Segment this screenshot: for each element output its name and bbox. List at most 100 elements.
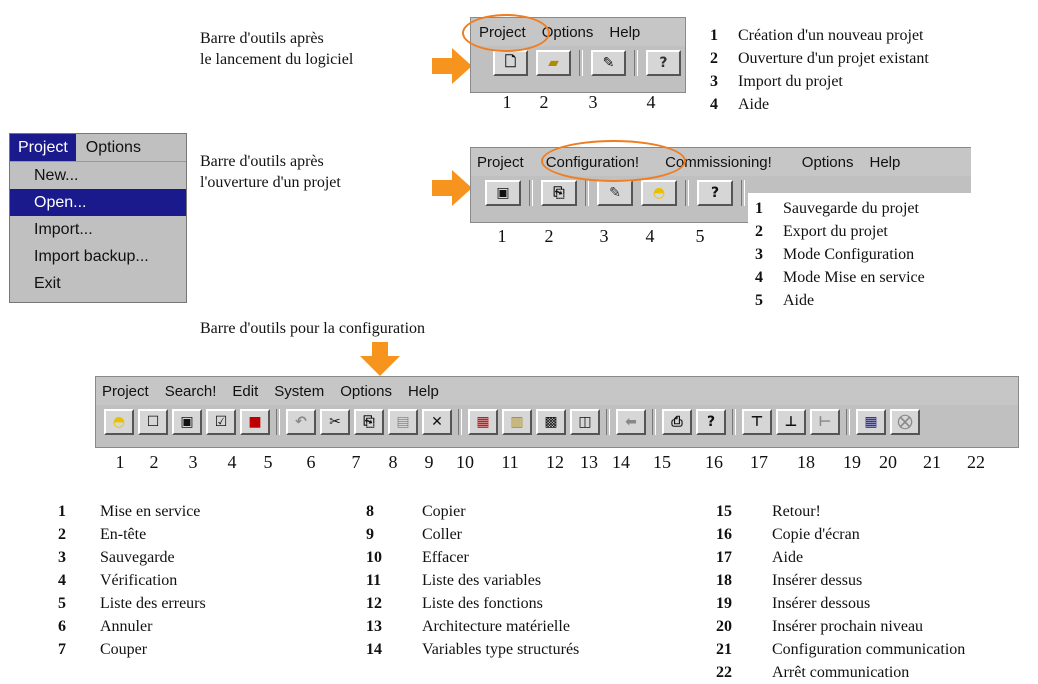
back-button[interactable]: ⬅: [616, 409, 646, 435]
legend-item: 10 Effacer: [366, 549, 469, 566]
number-label: 4: [645, 226, 655, 246]
number-label: 13: [580, 452, 598, 472]
stop-communication-icon: ⛒: [897, 414, 913, 430]
stop-communication-button[interactable]: ⛒: [890, 409, 920, 435]
insert-below-button[interactable]: ⊥: [776, 409, 806, 435]
number-label: 5: [263, 452, 273, 472]
undo-button[interactable]: ↶: [286, 409, 316, 435]
menu-item-import[interactable]: Import...: [10, 216, 186, 243]
insert-level-icon: ⊢: [818, 414, 832, 430]
highlight-oval: [541, 140, 686, 182]
menu-project[interactable]: Project: [471, 154, 532, 171]
paste-button[interactable]: ▤: [388, 409, 418, 435]
variable-list-button[interactable]: ▦: [468, 409, 498, 435]
legend-item: 21 Configuration communication: [716, 641, 966, 658]
number-label: 8: [388, 452, 398, 472]
number-label: 3: [588, 92, 598, 112]
menu-project[interactable]: Project: [96, 383, 157, 400]
menu-item-open[interactable]: Open...: [10, 189, 186, 216]
number-label: 15: [653, 452, 671, 472]
caption-line: le lancement du logiciel: [200, 51, 354, 68]
menu-edit[interactable]: Edit: [224, 383, 266, 400]
number-label: 6: [306, 452, 316, 472]
menu-project[interactable]: Project: [10, 134, 76, 161]
legend-item: 12 Liste des fonctions: [366, 595, 543, 612]
error-list-button[interactable]: ■: [240, 409, 270, 435]
legend-item: 8 Copier: [366, 503, 466, 520]
legend-item: 7 Couper: [58, 641, 148, 658]
menu-search[interactable]: Search!: [157, 383, 225, 400]
commissioning-mode-button[interactable]: ◓: [641, 180, 677, 206]
legend-item: 1 Création d'un nouveau projet: [710, 27, 924, 44]
structured-types-button[interactable]: ◫: [570, 409, 600, 435]
legend-item: 2 En-tête: [58, 526, 147, 543]
legend-item: 1 Sauvegarde du projet: [755, 200, 919, 217]
commissioning-button[interactable]: ◓: [104, 409, 134, 435]
number-label: 3: [188, 452, 198, 472]
number-label: 2: [149, 452, 159, 472]
help-icon: ?: [706, 414, 716, 430]
legend-item: 4 Mode Mise en service: [755, 269, 925, 286]
number-label: 5: [695, 226, 705, 246]
function-list-button[interactable]: ▥: [502, 409, 532, 435]
legend-item: 3 Sauvegarde: [58, 549, 175, 566]
menu-options[interactable]: Options: [332, 383, 400, 400]
toolbar-separator: [846, 409, 850, 435]
configuration-buttons: ◓ ☐ ▣ ☑ ■ ↶ ✂ ⎘ ▤ ✕ ▦ ▥ ▩ ◫ ⬅ ⎙ ? ⊤ ⊥ ⊢ …: [96, 405, 1018, 439]
hardware-architecture-button[interactable]: ▩: [536, 409, 566, 435]
insert-above-button[interactable]: ⊤: [742, 409, 772, 435]
menu-item-import-backup[interactable]: Import backup...: [10, 243, 186, 270]
configuration-mode-button[interactable]: ✎: [597, 180, 633, 206]
menu-item-exit[interactable]: Exit: [10, 270, 186, 297]
number-label: 4: [227, 452, 237, 472]
legend-item: 22 Arrêt communication: [716, 664, 910, 681]
menu-help[interactable]: Help: [601, 24, 648, 41]
verify-button[interactable]: ☑: [206, 409, 236, 435]
toolbar-separator: [579, 50, 583, 76]
legend-item: 2 Export du projet: [755, 223, 888, 240]
caption-line: Barre d'outils après: [200, 30, 324, 47]
legend-item: 3 Mode Configuration: [755, 246, 915, 263]
help-button[interactable]: ?: [645, 50, 681, 76]
save-button[interactable]: ▣: [485, 180, 521, 206]
number-label: 19: [843, 452, 861, 472]
save-button[interactable]: ▣: [172, 409, 202, 435]
project-numbers: 1 2 3 4 5: [484, 226, 730, 247]
startup-numbers: 1 2 3 4: [490, 92, 680, 113]
cut-button[interactable]: ✂: [320, 409, 350, 435]
header-button[interactable]: ☐: [138, 409, 168, 435]
delete-button[interactable]: ✕: [422, 409, 452, 435]
legend-item: 9 Coller: [366, 526, 462, 543]
menu-options[interactable]: Options: [76, 134, 151, 161]
insert-next-level-button[interactable]: ⊢: [810, 409, 840, 435]
number-label: 2: [539, 92, 549, 112]
screenshot-button[interactable]: ⎙: [662, 409, 692, 435]
open-project-button[interactable]: ▰: [536, 50, 572, 76]
number-label: 14: [612, 452, 630, 472]
communication-config-button[interactable]: ▦: [856, 409, 886, 435]
menu-help[interactable]: Help: [400, 383, 447, 400]
menu-item-new[interactable]: New...: [10, 162, 186, 189]
number-label: 22: [967, 452, 985, 472]
new-project-button[interactable]: 🗋: [493, 50, 529, 76]
export-button[interactable]: ⎘: [541, 180, 577, 206]
menu-help[interactable]: Help: [862, 154, 909, 171]
help-button[interactable]: ?: [697, 180, 733, 206]
toolbar-separator: [276, 409, 280, 435]
orange-arrow-icon: [432, 170, 472, 206]
copy-icon: ⎘: [363, 414, 375, 430]
project-dropdown-menu: Project Options New... Open... Import...…: [9, 133, 187, 303]
copy-button[interactable]: ⎘: [354, 409, 384, 435]
pencil-icon: ✎: [609, 185, 621, 201]
legend-item: 11 Liste des variables: [366, 572, 542, 589]
number-label: 7: [351, 452, 361, 472]
menu-system[interactable]: System: [266, 383, 332, 400]
import-project-button[interactable]: ✎: [591, 50, 627, 76]
toolbar-separator: [732, 409, 736, 435]
menu-options[interactable]: Options: [780, 154, 862, 171]
legend-item: 4 Vérification: [58, 572, 178, 589]
help-button[interactable]: ?: [696, 409, 726, 435]
number-label: 16: [705, 452, 723, 472]
configuration-legend-col3: 15 Retour! 16 Copie d'écran 17 Aide 18 Insér…: [716, 500, 965, 684]
number-label: 1: [497, 226, 507, 246]
